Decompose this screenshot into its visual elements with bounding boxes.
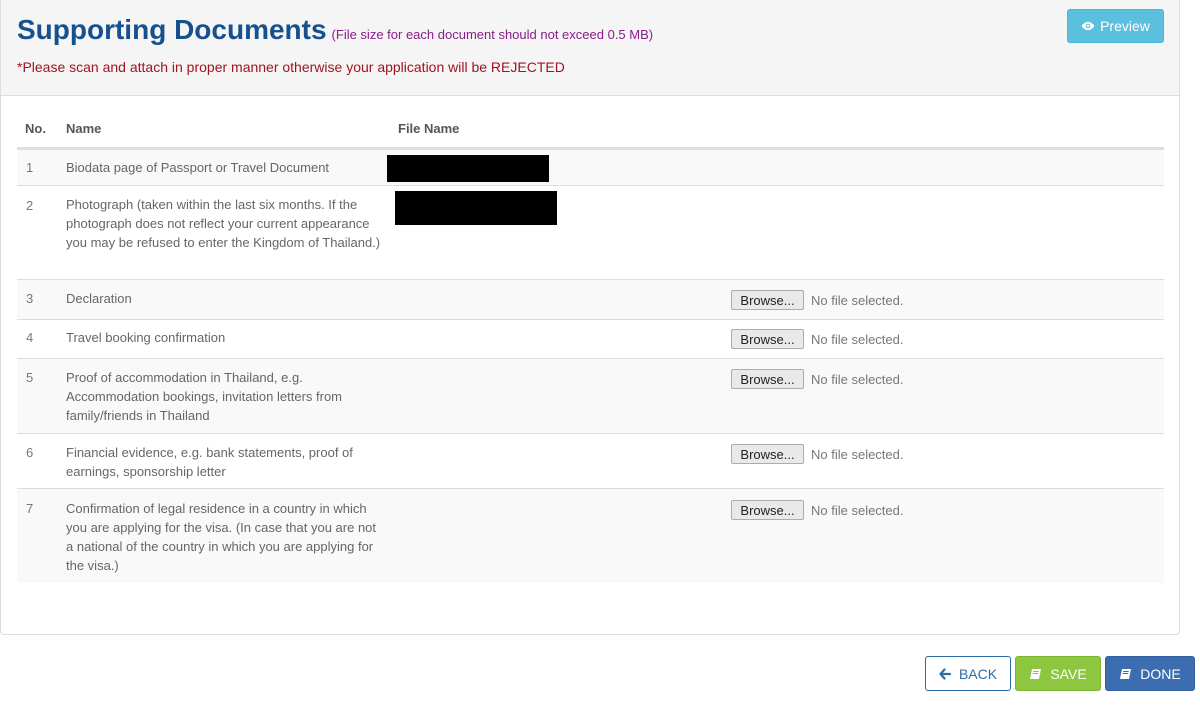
page-title-text: Supporting Documents [17, 14, 327, 45]
row-number: 6 [26, 445, 34, 460]
file-size-note: (File size for each document should not … [331, 27, 654, 42]
table-row: 6 Financial evidence, e.g. bank statemen… [17, 433, 1164, 489]
rejection-warning: *Please scan and attach in proper manner… [17, 59, 565, 75]
book-icon [1030, 668, 1042, 679]
document-name: Proof of accommodation in Thailand, e.g.… [66, 370, 343, 423]
browse-button[interactable]: Browse... [731, 369, 804, 389]
redacted-file-name [395, 191, 557, 225]
arrow-left-icon [939, 667, 951, 680]
browse-button[interactable]: Browse... [731, 500, 804, 520]
preview-button[interactable]: Preview [1067, 9, 1164, 43]
document-name: Confirmation of legal residence in a cou… [66, 501, 377, 573]
file-status: No file selected. [811, 502, 904, 518]
browse-button[interactable]: Browse... [731, 444, 804, 464]
book-icon [1120, 668, 1132, 679]
table-row: 2 Photograph (taken within the last six … [17, 185, 1164, 280]
document-name: Travel booking confirmation [66, 330, 226, 345]
row-number: 7 [26, 501, 34, 516]
row-number: 4 [26, 330, 34, 345]
document-name: Declaration [66, 291, 132, 306]
file-status: No file selected. [811, 331, 904, 347]
column-header-file-name: File Name [398, 121, 460, 136]
file-input-declaration: Browse... No file selected. [731, 290, 904, 310]
file-status: No file selected. [811, 371, 904, 387]
table-row: 3 Declaration Browse... No file selected… [17, 279, 1164, 320]
row-number: 5 [26, 370, 34, 385]
save-label: SAVE [1050, 665, 1087, 682]
panel-header: Supporting Documents (File size for each … [1, 0, 1179, 96]
browse-button[interactable]: Browse... [731, 290, 804, 310]
row-number: 2 [26, 198, 34, 213]
file-status: No file selected. [811, 446, 904, 462]
eye-icon [1081, 22, 1095, 30]
page-title: Supporting Documents (File size for each … [17, 14, 653, 46]
document-name: Photograph (taken within the last six mo… [66, 197, 381, 250]
document-name: Biodata page of Passport or Travel Docum… [66, 160, 330, 175]
file-status: No file selected. [811, 292, 904, 308]
save-button[interactable]: SAVE [1015, 656, 1101, 691]
redacted-file-name [387, 155, 549, 182]
table-row: 4 Travel booking confirmation Browse... … [17, 319, 1164, 359]
file-input-financial-evidence: Browse... No file selected. [731, 444, 904, 464]
table-row: 1 Biodata page of Passport or Travel Doc… [17, 149, 1164, 186]
supporting-documents-panel: Supporting Documents (File size for each … [0, 0, 1180, 635]
row-number: 3 [26, 291, 34, 306]
row-number: 1 [26, 160, 34, 175]
back-button[interactable]: BACK [925, 656, 1011, 691]
file-input-travel-booking: Browse... No file selected. [731, 329, 904, 349]
done-button[interactable]: DONE [1105, 656, 1195, 691]
back-label: BACK [958, 665, 998, 682]
table-row: 5 Proof of accommodation in Thailand, e.… [17, 358, 1164, 434]
done-label: DONE [1140, 665, 1181, 682]
column-header-no: No. [25, 121, 46, 136]
table-row: 7 Confirmation of legal residence in a c… [17, 488, 1164, 583]
browse-button[interactable]: Browse... [731, 329, 804, 349]
column-header-name: Name [66, 121, 102, 136]
document-name: Financial evidence, e.g. bank statements… [66, 445, 353, 479]
file-input-legal-residence: Browse... No file selected. [731, 500, 904, 520]
preview-label: Preview [1100, 18, 1150, 34]
file-input-accommodation: Browse... No file selected. [731, 369, 904, 389]
